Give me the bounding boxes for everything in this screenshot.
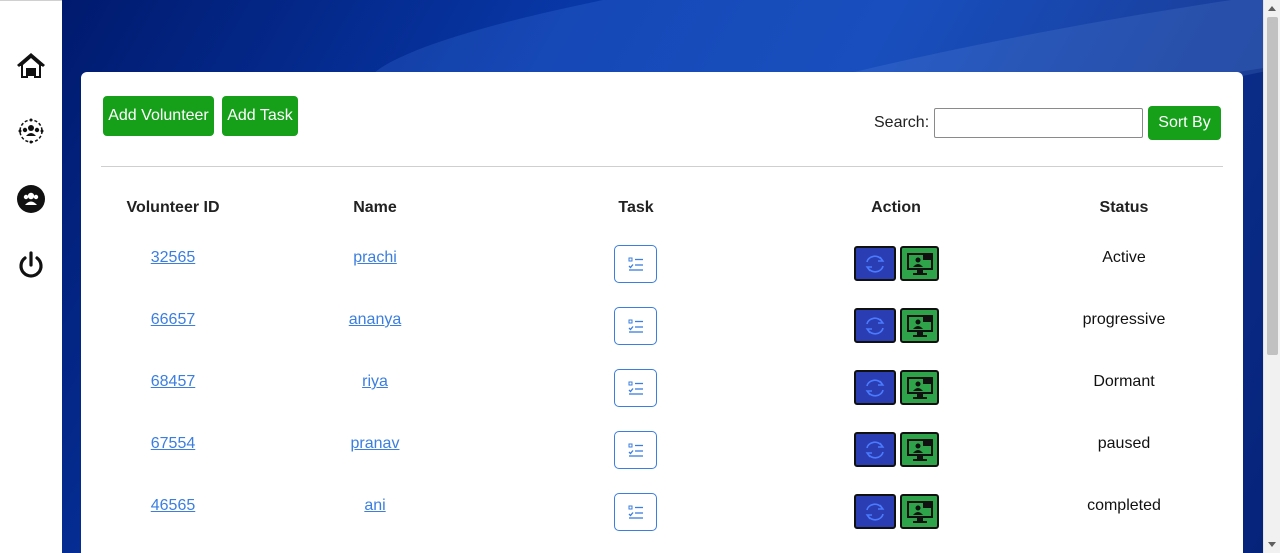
table-row: 32565 prachi Active: [81, 244, 1243, 284]
vertical-scrollbar[interactable]: [1263, 0, 1280, 553]
monitor-user-button[interactable]: [900, 432, 939, 467]
volunteer-name-link[interactable]: riya: [325, 373, 425, 391]
refresh-button[interactable]: [854, 308, 896, 343]
add-volunteer-button[interactable]: Add Volunteer: [103, 96, 214, 136]
header-volunteer-id: Volunteer ID: [126, 199, 220, 216]
table-row: 68457 riya Dormant: [81, 368, 1243, 408]
refresh-icon: [865, 316, 885, 335]
monitor-user-icon: [906, 500, 933, 523]
refresh-icon: [865, 378, 885, 397]
refresh-button[interactable]: [854, 494, 896, 529]
volunteer-name-link[interactable]: pranav: [325, 435, 425, 453]
monitor-user-button[interactable]: [900, 370, 939, 405]
monitor-user-button[interactable]: [900, 246, 939, 281]
add-task-button[interactable]: Add Task: [222, 96, 298, 136]
divider: [101, 166, 1223, 167]
header-task: Task: [618, 199, 654, 216]
monitor-user-button[interactable]: [900, 494, 939, 529]
refresh-button[interactable]: [854, 432, 896, 467]
table-row: 46565 ani completed: [81, 492, 1243, 532]
table-row: 66657 ananya progressive: [81, 306, 1243, 346]
volunteer-id-link[interactable]: 67554: [123, 435, 223, 453]
monitor-user-icon: [906, 376, 933, 399]
search-input[interactable]: [934, 108, 1143, 138]
table-row: 67554 pranav paused: [81, 430, 1243, 470]
task-list-button[interactable]: [614, 369, 657, 407]
status-text: Active: [1102, 249, 1146, 266]
task-list-icon: [628, 381, 643, 395]
refresh-icon: [865, 440, 885, 459]
header-action: Action: [871, 199, 921, 216]
header-status: Status: [1099, 199, 1149, 216]
task-list-icon: [628, 319, 643, 333]
volunteer-name-link[interactable]: ani: [325, 497, 425, 515]
task-list-button[interactable]: [614, 245, 657, 283]
header-name: Name: [353, 199, 397, 216]
refresh-icon: [865, 254, 885, 273]
task-list-icon: [628, 257, 643, 271]
sidebar: [0, 0, 62, 553]
group-network-icon[interactable]: [16, 116, 46, 146]
monitor-user-icon: [906, 252, 933, 275]
volunteer-id-link[interactable]: 32565: [123, 249, 223, 267]
status-text: completed: [1087, 497, 1161, 514]
refresh-icon: [865, 502, 885, 521]
volunteer-panel: Add Volunteer Add Task Search: Sort By V…: [81, 72, 1243, 553]
task-list-button[interactable]: [614, 431, 657, 469]
task-list-button[interactable]: [614, 493, 657, 531]
task-list-icon: [628, 443, 643, 457]
status-text: Dormant: [1093, 373, 1155, 390]
monitor-user-icon: [906, 314, 933, 337]
team-circle-icon[interactable]: [16, 184, 46, 214]
task-list-icon: [628, 505, 643, 519]
refresh-button[interactable]: [854, 246, 896, 281]
monitor-user-button[interactable]: [900, 308, 939, 343]
scroll-thumb[interactable]: [1267, 17, 1278, 355]
scroll-down-icon[interactable]: [1268, 542, 1276, 547]
home-icon[interactable]: [16, 51, 46, 81]
search-label: Search:: [874, 114, 930, 131]
refresh-button[interactable]: [854, 370, 896, 405]
volunteer-name-link[interactable]: ananya: [325, 311, 425, 329]
volunteer-id-link[interactable]: 68457: [123, 373, 223, 391]
power-icon[interactable]: [16, 250, 46, 280]
monitor-user-icon: [906, 438, 933, 461]
volunteer-id-link[interactable]: 46565: [123, 497, 223, 515]
scroll-up-icon[interactable]: [1268, 6, 1276, 11]
status-text: progressive: [1082, 311, 1166, 328]
volunteer-name-link[interactable]: prachi: [325, 249, 425, 267]
sort-by-button[interactable]: Sort By: [1148, 106, 1221, 140]
status-text: paused: [1097, 435, 1151, 452]
task-list-button[interactable]: [614, 307, 657, 345]
volunteer-id-link[interactable]: 66657: [123, 311, 223, 329]
